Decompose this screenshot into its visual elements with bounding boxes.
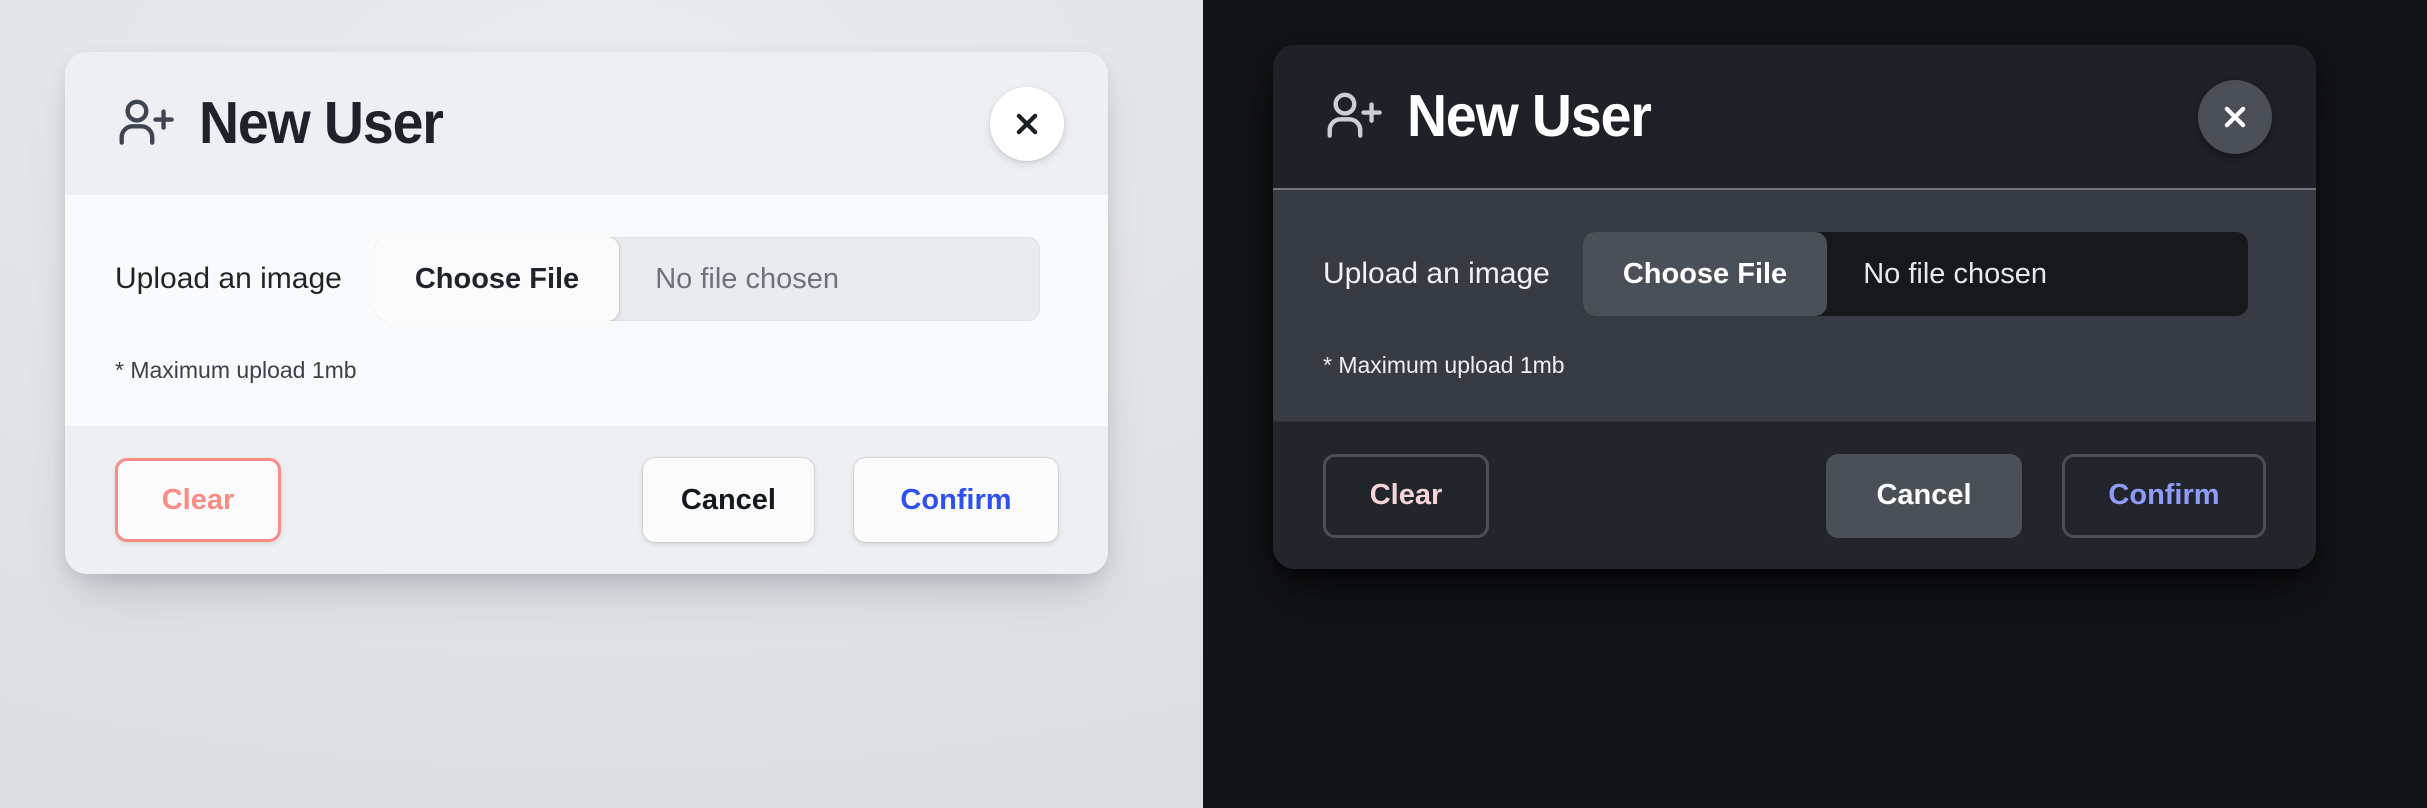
user-add-icon bbox=[1327, 92, 1382, 138]
file-status-text: No file chosen bbox=[655, 262, 839, 295]
dialog-footer-dark: Clear Cancel Confirm bbox=[1273, 421, 2316, 569]
footer-actions: Cancel Confirm bbox=[642, 458, 1058, 542]
new-user-dialog-light: New User Upload an image Choose File No … bbox=[65, 52, 1108, 574]
dialog-header: New User bbox=[65, 52, 1108, 195]
file-status-text: No file chosen bbox=[1863, 257, 2047, 290]
dialog-body-dark: Upload an image Choose File No file chos… bbox=[1273, 188, 2316, 421]
dialog-body: Upload an image Choose File No file chos… bbox=[65, 195, 1108, 426]
choose-file-button[interactable]: Choose File bbox=[374, 237, 620, 321]
file-input[interactable]: Choose File No file chosen bbox=[374, 237, 1040, 321]
close-icon bbox=[1016, 113, 1038, 134]
page-title: New User bbox=[1407, 83, 1652, 149]
footer-actions-dark: Cancel Confirm bbox=[1826, 453, 2266, 538]
page-title: New User bbox=[199, 90, 444, 156]
upload-size-hint: * Maximum upload 1mb bbox=[1323, 352, 1565, 378]
upload-image-label: Upload an image bbox=[115, 262, 342, 295]
close-button[interactable] bbox=[990, 86, 1064, 161]
user-add-icon bbox=[119, 99, 174, 145]
screenshot-stage: New User Upload an image Choose File No … bbox=[0, 0, 2427, 808]
clear-button[interactable]: Clear bbox=[1323, 453, 1489, 538]
close-button[interactable] bbox=[2198, 79, 2272, 154]
confirm-button[interactable]: Confirm bbox=[854, 458, 1058, 542]
dark-theme-pane: New User Upload an image Choose File No … bbox=[1203, 0, 2427, 808]
dialog-header-dark: New User bbox=[1273, 45, 2316, 188]
upload-size-hint: * Maximum upload 1mb bbox=[115, 357, 357, 383]
clear-button[interactable]: Clear bbox=[115, 458, 281, 542]
dialog-footer: Clear Cancel Confirm bbox=[65, 426, 1108, 574]
cancel-button[interactable]: Cancel bbox=[642, 458, 814, 542]
confirm-button[interactable]: Confirm bbox=[2062, 453, 2266, 538]
upload-row: Upload an image Choose File No file chos… bbox=[115, 237, 1058, 321]
new-user-dialog-dark: New User Upload an image Choose File No … bbox=[1273, 45, 2316, 569]
upload-image-label: Upload an image bbox=[1323, 257, 1550, 290]
cancel-button[interactable]: Cancel bbox=[1826, 453, 2022, 538]
upload-row-dark: Upload an image Choose File No file chos… bbox=[1323, 232, 2266, 316]
choose-file-button[interactable]: Choose File bbox=[1582, 232, 1828, 316]
close-icon bbox=[2224, 106, 2246, 127]
dialog-header-left-dark: New User bbox=[1323, 86, 2198, 148]
dialog-header-left: New User bbox=[115, 93, 990, 155]
file-input[interactable]: Choose File No file chosen bbox=[1582, 232, 2248, 316]
light-theme-pane: New User Upload an image Choose File No … bbox=[0, 0, 1203, 808]
